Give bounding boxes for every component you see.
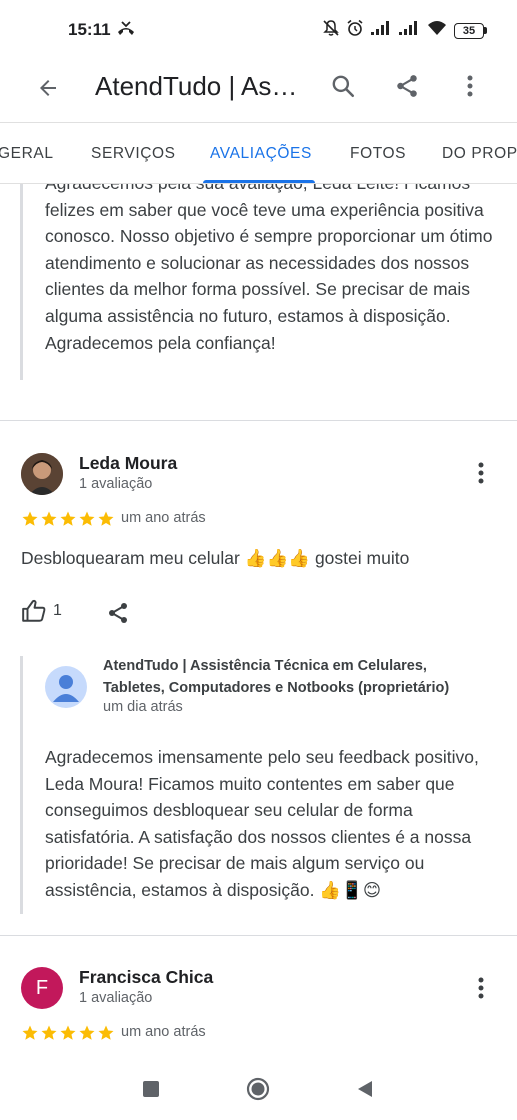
missed-call-icon (116, 20, 136, 43)
person-icon (53, 675, 79, 702)
review-more-button[interactable] (466, 970, 496, 1006)
app-bar: AtendTudo | Assistência Técnica em Celul… (0, 60, 517, 120)
star-icon (41, 1025, 57, 1040)
star-icon (60, 1025, 76, 1040)
more-vert-icon (467, 75, 473, 97)
more-vert-icon (478, 462, 484, 484)
tab-bar: GERAL SERVIÇOS AVALIAÇÕES FOTOS DO PROPR… (0, 122, 517, 184)
star-icon (98, 1025, 114, 1040)
star-icon (98, 511, 114, 526)
system-nav-bar (0, 1060, 517, 1120)
circle-icon (246, 1077, 270, 1101)
more-options-button[interactable] (450, 66, 490, 106)
tab-do-proprietario[interactable]: DO PROPRIETÁRIO (442, 123, 517, 183)
arrow-back-icon (40, 80, 56, 96)
signal-icon-2 (398, 20, 420, 41)
signal-icon (370, 20, 392, 41)
divider (0, 420, 517, 421)
thumb-up-icon (22, 599, 46, 622)
star-icon (22, 1025, 38, 1040)
star-icon (41, 511, 57, 526)
star-icon (60, 511, 76, 526)
page-title: AtendTudo | Assistência Técnica em Celul… (95, 71, 305, 101)
tab-avaliacoes[interactable]: AVALIAÇÕES (210, 123, 312, 183)
share-icon (109, 603, 127, 623)
owner-reply: AtendTudo | Assistência Técnica em Celul… (20, 656, 500, 914)
back-nav-button[interactable] (350, 1074, 380, 1104)
reviewer-review-count: 1 avaliação (79, 476, 153, 492)
review-date: um ano atrás (121, 1024, 206, 1040)
owner-reply-text: Agradecemos pela sua avaliação, Leda Lei… (45, 184, 493, 353)
owner-reply: Agradecemos pela sua avaliação, Leda Lei… (20, 184, 500, 380)
share-button[interactable] (387, 66, 427, 106)
tab-fotos[interactable]: FOTOS (350, 123, 406, 183)
star-icon (79, 1025, 95, 1040)
avatar[interactable] (21, 453, 63, 495)
reviewer-name[interactable]: Leda Moura (79, 453, 177, 474)
share-icon (397, 75, 417, 97)
divider (0, 935, 517, 936)
star-icon (79, 511, 95, 526)
reviewer-review-count: 1 avaliação (79, 990, 153, 1006)
search-button[interactable] (323, 66, 363, 106)
rating-stars (21, 510, 115, 528)
owner-name: AtendTudo | Assistência Técnica em Celul… (103, 658, 450, 696)
tab-geral[interactable]: GERAL (0, 123, 54, 183)
owner-reply-date: um dia atrás (103, 699, 183, 715)
square-icon (143, 1081, 159, 1097)
like-count: 1 (53, 602, 62, 619)
owner-avatar[interactable] (45, 666, 87, 708)
battery-level: 35 (454, 22, 484, 39)
avatar[interactable]: F (21, 967, 63, 1009)
more-vert-icon (478, 977, 484, 999)
battery-icon: 35 (454, 22, 487, 39)
like-button[interactable]: 1 (21, 598, 62, 624)
review-text: Desbloquearam meu celular 👍👍👍 gostei mui… (21, 548, 410, 568)
rating-stars (21, 1024, 115, 1042)
home-button[interactable] (243, 1074, 273, 1104)
owner-reply-text: Agradecemos imensamente pelo seu feedbac… (45, 747, 479, 900)
wifi-icon (426, 19, 448, 42)
star-icon (22, 511, 38, 526)
reviews-list[interactable]: Agradecemos pela sua avaliação, Leda Lei… (0, 184, 517, 1060)
status-bar: 15:11 35 (0, 0, 517, 60)
alarm-icon (346, 19, 364, 42)
tab-servicos[interactable]: SERVIÇOS (91, 123, 176, 183)
review-more-button[interactable] (466, 455, 496, 491)
back-button[interactable] (30, 70, 66, 106)
review-share-button[interactable] (103, 598, 133, 628)
triangle-back-icon (358, 1081, 372, 1097)
mute-icon (322, 19, 340, 42)
search-icon (332, 75, 355, 98)
status-time: 15:11 (68, 20, 111, 39)
recents-button[interactable] (136, 1074, 166, 1104)
reviewer-name[interactable]: Francisca Chica (79, 967, 213, 988)
review-date: um ano atrás (121, 510, 206, 526)
